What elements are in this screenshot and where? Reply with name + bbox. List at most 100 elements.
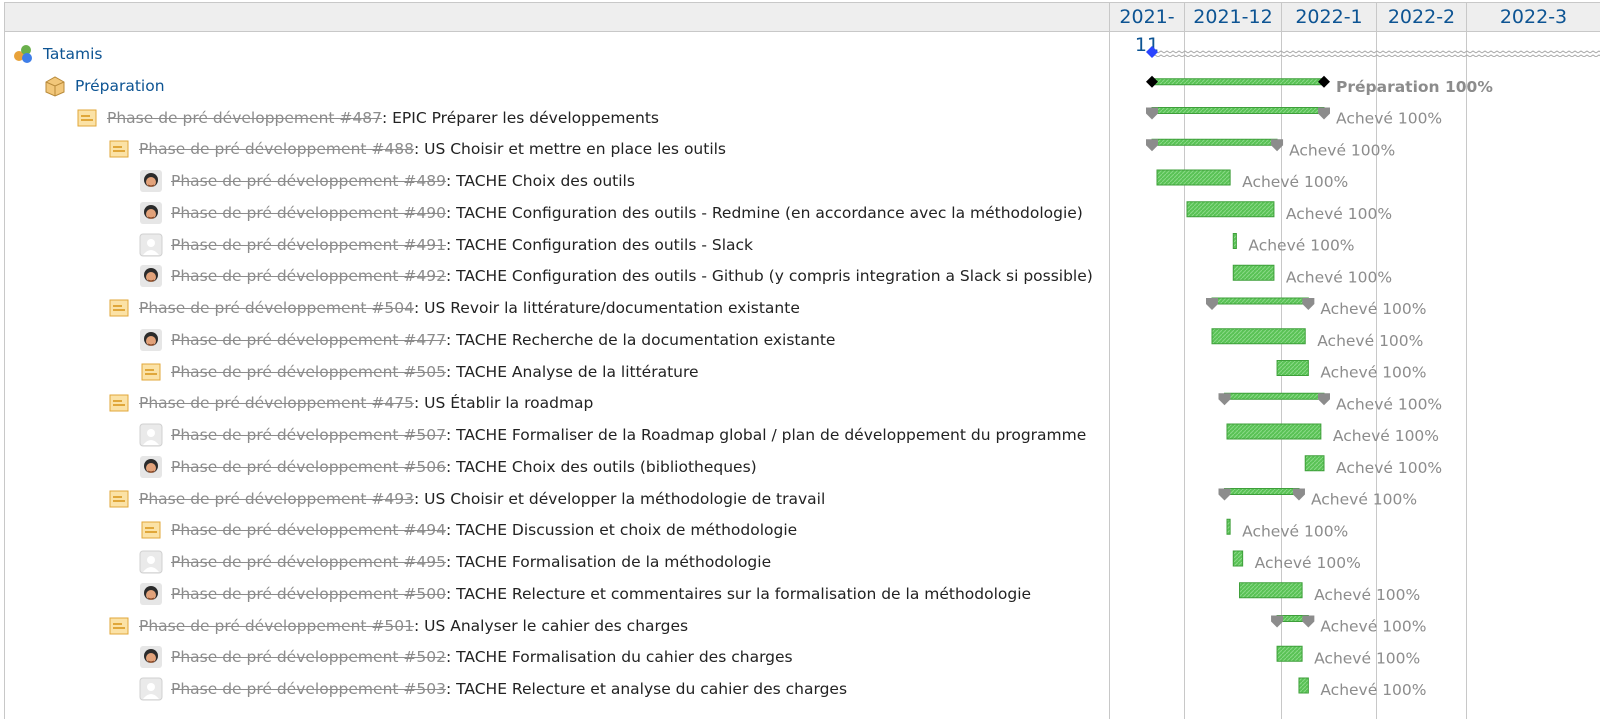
issue-separator: :	[413, 299, 425, 317]
issue-separator: :	[445, 235, 457, 254]
issue-title: TACHE Analyse de la littérature	[456, 362, 699, 381]
user-avatar-icon	[139, 328, 163, 352]
task-progress-label: Achevé 100%	[1255, 554, 1361, 572]
package-icon	[43, 74, 67, 98]
task-progress-label: Achevé 100%	[1336, 395, 1442, 413]
task-bar	[1232, 550, 1244, 567]
issue-separator: :	[445, 553, 457, 571]
task-parent-icon	[107, 391, 131, 415]
gantt-timeline: 2021-11 2021-12 2022-1 2022-2 2022-3 Prépara…	[1110, 2, 1600, 719]
issue-title: US Choisir et développer la méthodologie…	[424, 489, 826, 508]
issue-subject-row: Phase de pré développement #504: US Revo…	[107, 296, 800, 320]
issue-title: TACHE Formalisation de la méthodologie	[456, 553, 772, 571]
project-subject-row: Tatamis	[11, 42, 102, 66]
blank-avatar-icon	[139, 423, 163, 447]
issue-subject-row: Phase de pré développement #507: TACHE F…	[139, 423, 1086, 447]
issue-separator: :	[381, 108, 393, 127]
task-icon	[139, 360, 163, 384]
project-bar	[1152, 50, 1600, 57]
parent-end-marker	[1318, 393, 1330, 406]
issue-subject-row: Phase de pré développement #487: EPIC Pr…	[75, 106, 659, 130]
task-bar	[1211, 328, 1306, 345]
issue-subject-row: Phase de pré développement #500: TACHE R…	[139, 582, 1031, 606]
issue-link[interactable]: Phase de pré développement #507	[171, 423, 446, 447]
issue-separator: :	[445, 330, 457, 349]
task-progress-label: Achevé 100%	[1336, 459, 1442, 477]
issue-link[interactable]: Phase de pré développement #491	[171, 233, 446, 257]
parent-start-marker	[1218, 488, 1231, 501]
issue-subject-row: Phase de pré développement #490: TACHE C…	[139, 201, 1083, 225]
parent-end-marker	[1318, 107, 1330, 120]
issue-link[interactable]: Phase de pré développement #505	[171, 360, 446, 384]
user-avatar-icon	[139, 455, 163, 479]
task-bar	[1239, 582, 1303, 599]
issue-title: TACHE Recherche de la documentation exis…	[456, 330, 836, 349]
issue-link[interactable]: Phase de pré développement #501	[139, 614, 414, 638]
task-progress-label: Achevé 100%	[1317, 332, 1423, 350]
issue-subject-row: Phase de pré développement #506: TACHE C…	[139, 455, 757, 479]
task-bar	[1226, 423, 1322, 440]
parent-task-bar	[1151, 107, 1325, 114]
issue-link[interactable]: Phase de pré développement #475	[139, 391, 414, 415]
task-bar	[1304, 455, 1325, 472]
task-progress-label: Achevé 100%	[1248, 237, 1354, 255]
issue-subject-row: Phase de pré développement #505: TACHE A…	[139, 360, 699, 384]
project-link[interactable]: Tatamis	[43, 42, 102, 66]
issue-link[interactable]: Phase de pré développement #504	[139, 296, 414, 320]
user-avatar-icon	[139, 201, 163, 225]
gantt-subjects-column: Tatamis Préparation Phase de pré développe…	[5, 2, 1110, 719]
issue-link[interactable]: Phase de pré développement #490	[171, 201, 446, 225]
issue-link[interactable]: Phase de pré développement #493	[139, 487, 414, 511]
task-progress-label: Achevé 100%	[1333, 427, 1439, 445]
version-bar	[1151, 78, 1325, 86]
issue-link[interactable]: Phase de pré développement #503	[171, 677, 446, 701]
issue-title: TACHE Configuration des outils - Slack	[456, 235, 754, 254]
issue-title: US Choisir et mettre en place les outils	[424, 140, 727, 159]
version-subject-row: Préparation	[43, 74, 165, 98]
issue-title: US Établir la roadmap	[424, 394, 594, 413]
issue-title: TACHE Relecture et analyse du cahier des…	[456, 680, 848, 698]
parent-start-marker	[1146, 139, 1158, 152]
issue-link[interactable]: Phase de pré développement #506	[171, 455, 446, 479]
version-link[interactable]: Préparation	[75, 74, 165, 98]
issue-separator: :	[445, 680, 457, 698]
user-avatar-icon	[139, 264, 163, 288]
issue-separator: :	[413, 489, 425, 508]
issue-subject-row: Phase de pré développement #495: TACHE F…	[139, 550, 771, 574]
issue-title: EPIC Préparer les développements	[392, 108, 659, 127]
issue-subject-row: Phase de pré développement #488: US Choi…	[107, 137, 726, 161]
issue-link[interactable]: Phase de pré développement #500	[171, 582, 446, 606]
user-avatar-icon	[139, 582, 163, 606]
task-progress-label: Achevé 100%	[1311, 491, 1417, 509]
parent-start-marker	[1218, 393, 1231, 406]
issue-link[interactable]: Phase de pré développement #494	[171, 518, 446, 542]
issue-title: US Analyser le cahier des charges	[424, 616, 689, 635]
issue-title: TACHE Formaliser de la Roadmap global / …	[456, 426, 1087, 444]
issue-title: TACHE Configuration des outils - Github …	[456, 267, 1093, 286]
parent-task-bar	[1224, 392, 1325, 400]
task-progress-label: Achevé 100%	[1242, 522, 1348, 540]
issue-link[interactable]: Phase de pré développement #477	[171, 328, 446, 352]
issue-subject-row: Phase de pré développement #492: TACHE C…	[139, 264, 1093, 288]
issue-link[interactable]: Phase de pré développement #492	[171, 264, 446, 288]
blank-avatar-icon	[139, 550, 163, 574]
issue-link[interactable]: Phase de pré développement #489	[171, 169, 446, 193]
task-progress-label: Achevé 100%	[1320, 618, 1426, 636]
version-start-diamond	[1146, 75, 1158, 88]
issue-title: TACHE Relecture et commentaires sur la f…	[456, 584, 1032, 603]
task-progress-label: Achevé 100%	[1286, 205, 1392, 223]
task-parent-icon	[107, 614, 131, 638]
task-progress-label: Achevé 100%	[1320, 364, 1426, 382]
issue-separator: :	[445, 584, 457, 603]
issue-link[interactable]: Phase de pré développement #502	[171, 645, 446, 669]
issue-link[interactable]: Phase de pré développement #488	[139, 137, 414, 161]
task-progress-label: Achevé 100%	[1314, 586, 1420, 604]
task-bar	[1156, 169, 1231, 186]
issue-link[interactable]: Phase de pré développement #495	[171, 550, 446, 574]
issue-subject-row: Phase de pré développement #491: TACHE C…	[139, 233, 753, 257]
user-avatar-icon	[139, 169, 163, 193]
task-parent-icon	[75, 106, 99, 130]
issue-title: US Revoir la littérature/documentation e…	[424, 299, 800, 317]
task-bar	[1276, 360, 1309, 376]
issue-link[interactable]: Phase de pré développement #487	[107, 106, 382, 130]
